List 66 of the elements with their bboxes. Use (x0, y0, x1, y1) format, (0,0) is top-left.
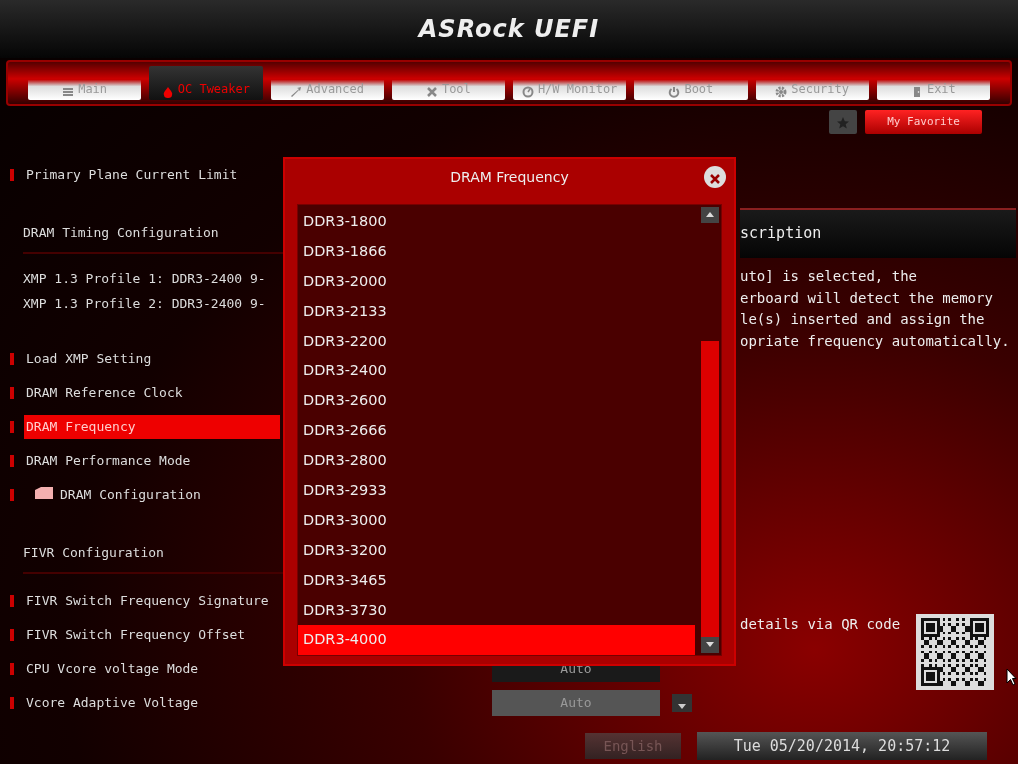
option-item[interactable]: DDR3-1800 (298, 207, 695, 237)
bullet-icon (10, 489, 14, 501)
logo-text: ASRock UEFI (418, 14, 600, 45)
option-item[interactable]: DDR3-2600 (298, 386, 695, 417)
option-item[interactable]: DDR3-2133 (298, 296, 695, 327)
date-time: Tue 05/20/2014, 20:57:12 (697, 732, 987, 760)
bullet-icon (10, 387, 14, 399)
dropdown-button[interactable] (672, 694, 692, 712)
setting-item[interactable]: DRAM Configuration (24, 483, 280, 507)
bullet-icon (10, 455, 14, 467)
scroll-down-button[interactable] (701, 637, 719, 653)
bullet-icon (10, 629, 14, 641)
setting-item[interactable]: DRAM Performance Mode (24, 449, 280, 473)
star-icon (836, 115, 851, 130)
tools-icon (425, 86, 438, 98)
gauge-icon (521, 86, 534, 98)
tab[interactable]: OC Tweaker (149, 66, 263, 100)
scrollbar-thumb[interactable] (701, 341, 719, 637)
setting-item[interactable]: DRAM Reference Clock (24, 381, 280, 405)
description-text: uto] is selected, the (740, 267, 918, 286)
setting-item[interactable]: FIVR Switch Frequency Signature (24, 589, 280, 613)
bullet-icon (10, 595, 14, 607)
option-item[interactable]: DDR3-1866 (298, 236, 695, 267)
setting-item[interactable]: Primary Plane Current Limit (24, 163, 280, 187)
option-item[interactable]: DDR3-4000 (298, 625, 695, 656)
description-text: le(s) inserted and assign the (740, 310, 986, 329)
qr-caption: details via QR code (740, 615, 901, 634)
caret-down-icon (706, 642, 714, 648)
close-button[interactable] (704, 166, 726, 188)
mouse-cursor-icon (1006, 668, 1017, 686)
option-item[interactable]: DDR3-3730 (298, 595, 695, 626)
caret-icon (678, 703, 686, 710)
flame-icon (161, 86, 174, 98)
star-button[interactable] (829, 110, 858, 134)
setting-item[interactable]: Load XMP Setting (24, 347, 280, 371)
option-item[interactable]: DDR3-2400 (298, 356, 695, 387)
option-item[interactable]: DDR3-2800 (298, 446, 695, 476)
folder-icon (34, 487, 54, 500)
info-text: XMP 1.3 Profile 2: DDR3-2400 9- (23, 294, 266, 313)
setting-item[interactable]: FIVR Switch Frequency Offset (24, 623, 280, 647)
gear-icon (775, 86, 788, 98)
dialog-title: DRAM Frequency (450, 167, 569, 187)
option-item[interactable]: DDR3-2666 (298, 416, 695, 447)
scroll-up-button[interactable] (701, 207, 719, 223)
bullet-icon (10, 663, 14, 675)
option-item[interactable]: DDR3-3000 (298, 505, 695, 536)
info-text: XMP 1.3 Profile 1: DDR3-2400 9- (23, 269, 266, 288)
option-item[interactable]: DDR3-3465 (298, 565, 695, 596)
grid-icon (62, 86, 75, 98)
bullet-icon (10, 421, 14, 433)
description-text: opriate frequency automatically. (740, 331, 1011, 351)
description-text: erboard will detect the memory (740, 288, 994, 308)
setting-item[interactable]: Vcore Adaptive Voltage (24, 691, 280, 715)
option-item[interactable]: DDR3-3200 (298, 535, 695, 566)
arrow-icon (290, 86, 303, 98)
bullet-icon (10, 697, 14, 709)
setting-item[interactable]: CPU Vcore voltage Mode (24, 657, 280, 681)
power-icon (668, 86, 681, 98)
option-item[interactable]: DDR3-2933 (298, 476, 695, 506)
my-favorite-button[interactable]: My Favorite (865, 110, 982, 134)
option-item[interactable]: DDR3-2200 (298, 326, 695, 357)
bullet-icon (10, 169, 14, 181)
panel-title: scription (740, 208, 1016, 258)
option-item[interactable]: DDR3-2000 (298, 266, 695, 297)
caret-up-icon (706, 212, 714, 218)
bullet-icon (10, 353, 14, 365)
